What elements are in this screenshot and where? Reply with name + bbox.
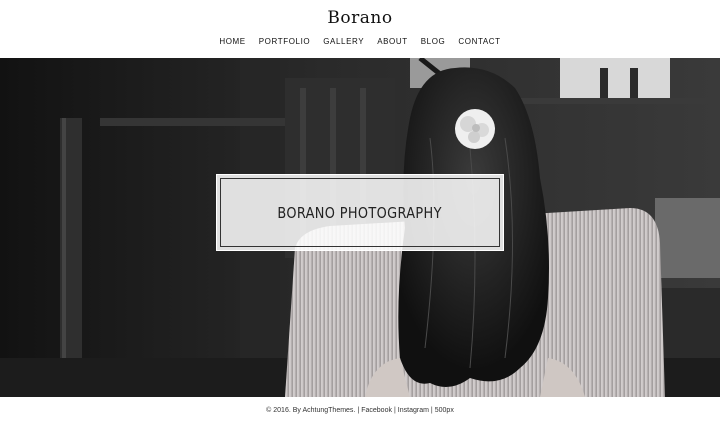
hero-banner: BORANO PHOTOGRAPHY	[0, 58, 720, 397]
nav-blog[interactable]: BLOG	[421, 37, 446, 46]
nav-about[interactable]: ABOUT	[377, 37, 408, 46]
hero-title: BORANO PHOTOGRAPHY	[277, 203, 443, 222]
hero-title-box: BORANO PHOTOGRAPHY	[216, 174, 504, 251]
footer-link-500px[interactable]: 500px	[435, 407, 454, 414]
nav-gallery[interactable]: GALLERY	[323, 37, 364, 46]
site-header: Borano HOME PORTFOLIO GALLERY ABOUT BLOG…	[0, 0, 720, 58]
footer-copyright: © 2016. By AchtungThemes.	[266, 407, 356, 414]
site-footer: © 2016. By AchtungThemes. | Facebook | I…	[0, 397, 720, 424]
footer-link-instagram[interactable]: Instagram	[398, 407, 429, 414]
main-nav: HOME PORTFOLIO GALLERY ABOUT BLOG CONTAC…	[0, 37, 720, 46]
site-title[interactable]: Borano	[0, 8, 720, 28]
footer-link-facebook[interactable]: Facebook	[361, 407, 392, 414]
nav-home[interactable]: HOME	[219, 37, 245, 46]
nav-portfolio[interactable]: PORTFOLIO	[259, 37, 310, 46]
nav-contact[interactable]: CONTACT	[458, 37, 500, 46]
hero-title-frame: BORANO PHOTOGRAPHY	[220, 178, 500, 247]
